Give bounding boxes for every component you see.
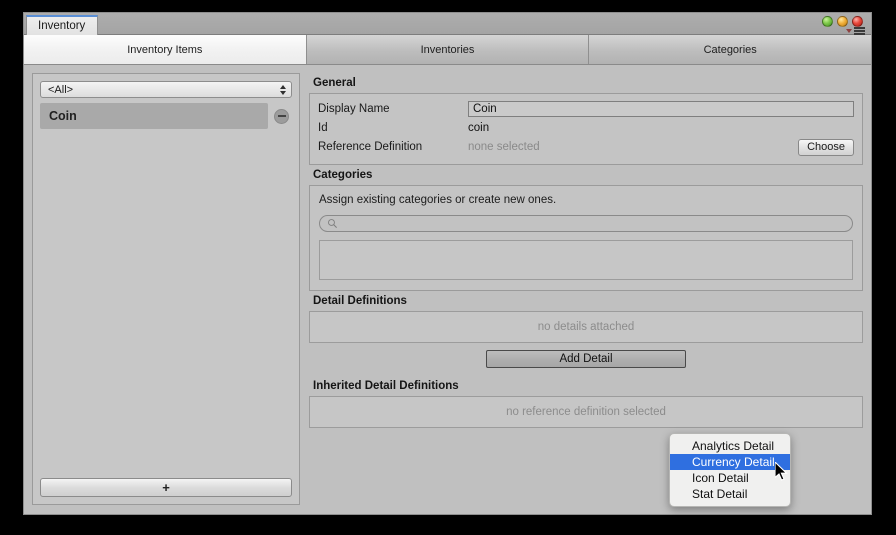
tab-label: Categories [703, 43, 757, 56]
detail-definitions-empty-text: no details attached [537, 321, 635, 333]
window-titlebar: Inventory [24, 13, 871, 35]
reference-definition-label: Reference Definition [318, 141, 423, 153]
hamburger-menu-icon [854, 27, 865, 35]
main-tabbar: Inventory Items Inventories Categories [24, 35, 872, 65]
choose-reference-definition-button[interactable]: Choose [798, 138, 854, 156]
add-inventory-item-button[interactable]: + [40, 478, 292, 497]
tab-label: Inventory Items [127, 43, 203, 56]
spin-arrows-icon [280, 84, 286, 95]
category-filter-value: <All> [48, 83, 74, 96]
window-maximize-light[interactable] [837, 16, 848, 27]
id-value: coin [468, 122, 490, 134]
tab-inventory-items[interactable]: Inventory Items [24, 35, 307, 64]
display-name-row: Display Name Coin [318, 100, 854, 118]
category-search-field[interactable] [319, 215, 853, 232]
menu-item-label: Stat Detail [692, 487, 748, 501]
category-filter-dropdown[interactable]: <All> [40, 81, 292, 98]
menu-item-currency-detail[interactable]: Currency Detail [670, 454, 790, 470]
tab-inventories[interactable]: Inventories [306, 35, 590, 64]
add-detail-label: Add Detail [559, 353, 613, 365]
choose-button-label: Choose [807, 141, 845, 153]
add-detail-dropdown-menu[interactable]: Analytics Detail Currency Detail Icon De… [669, 433, 791, 507]
window-close-light[interactable] [852, 16, 863, 27]
menu-item-analytics-detail[interactable]: Analytics Detail [670, 438, 790, 454]
display-name-input[interactable]: Coin [468, 101, 854, 117]
minus-circle-icon[interactable] [274, 108, 289, 124]
id-row: Id coin [318, 119, 854, 137]
add-button-label: + [162, 480, 170, 495]
inventory-window: Inventory Inventory Items Inventories Ca… [23, 12, 872, 515]
reference-definition-row: Reference Definition none selected Choos… [318, 138, 854, 156]
detail-definitions-section-heading: Detail Definitions [313, 295, 407, 307]
document-tab-label: Inventory [38, 20, 86, 32]
menu-item-label: Analytics Detail [692, 439, 775, 453]
list-item-label: Coin [49, 109, 77, 123]
window-minimize-light[interactable] [822, 16, 833, 27]
add-detail-button[interactable]: Add Detail [486, 350, 686, 368]
menu-item-stat-detail[interactable]: Stat Detail [670, 486, 790, 502]
general-section-heading: General [313, 77, 356, 89]
categories-section-box: Assign existing categories or create new… [309, 185, 863, 291]
menu-item-label: Icon Detail [692, 471, 749, 485]
window-menu-button[interactable] [846, 27, 865, 35]
tab-label: Inventories [420, 43, 475, 56]
inherited-detail-definitions-empty-text: no reference definition selected [506, 406, 666, 418]
document-tab-inventory[interactable]: Inventory [26, 15, 99, 35]
display-name-label: Display Name [318, 103, 390, 115]
window-controls [822, 16, 863, 27]
menu-item-icon-detail[interactable]: Icon Detail [670, 470, 790, 486]
detail-definitions-empty-box: no details attached [309, 311, 863, 343]
inventory-item-list: Coin [40, 103, 292, 478]
inherited-detail-definitions-section-heading: Inherited Detail Definitions [313, 380, 459, 392]
categories-hint-text: Assign existing categories or create new… [319, 194, 557, 206]
chevron-down-icon [846, 28, 852, 33]
inherited-detail-definitions-empty-box: no reference definition selected [309, 396, 863, 428]
reference-definition-value: none selected [468, 141, 540, 153]
assigned-categories-list[interactable] [319, 240, 853, 280]
tab-categories[interactable]: Categories [589, 35, 872, 64]
categories-section-heading: Categories [313, 169, 373, 181]
general-section-box: Display Name Coin Id coin Reference Defi… [309, 93, 863, 165]
list-item[interactable]: Coin [40, 103, 292, 129]
id-label: Id [318, 122, 328, 134]
search-icon [328, 219, 337, 228]
add-detail-row: Add Detail [309, 350, 863, 368]
menu-item-label: Currency Detail [692, 455, 775, 469]
inventory-item-coin[interactable]: Coin [40, 103, 268, 129]
inventory-items-list-panel: <All> Coin + [32, 73, 300, 505]
display-name-value: Coin [473, 103, 497, 115]
